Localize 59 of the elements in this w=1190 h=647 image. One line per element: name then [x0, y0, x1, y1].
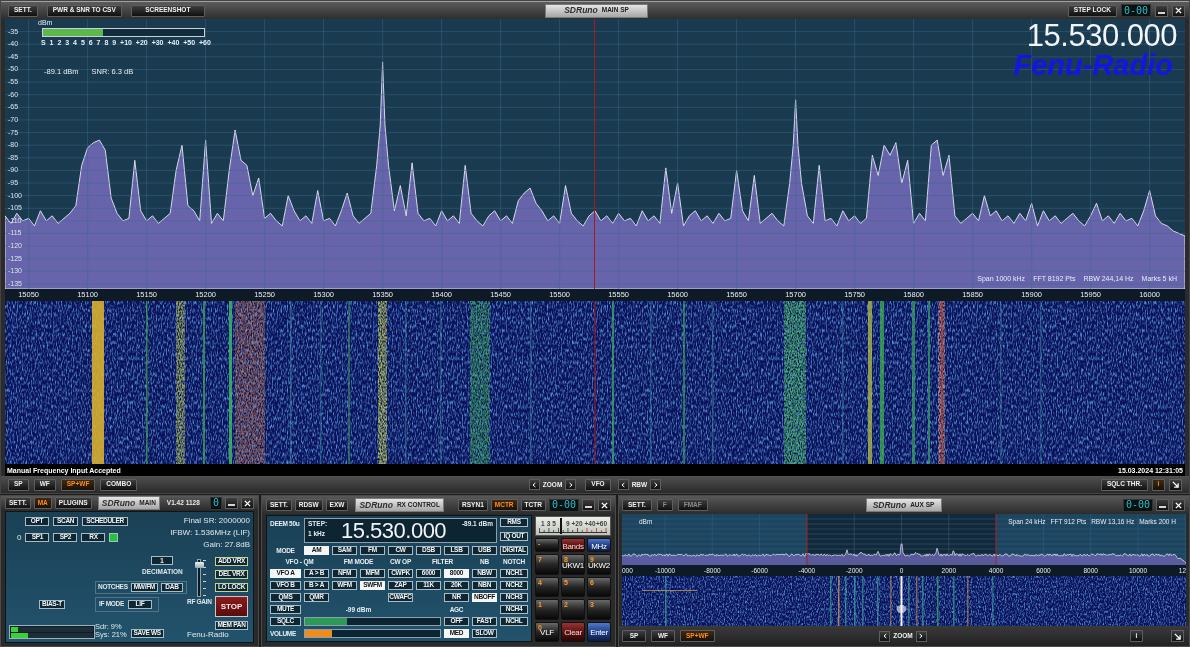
minimize-icon: [1159, 506, 1166, 508]
close-icon: [244, 499, 251, 507]
keypad-key[interactable]: Bands: [561, 538, 585, 552]
brand-logo: SDRuno: [872, 500, 907, 510]
minimize-button[interactable]: [225, 497, 238, 509]
minimize-icon: [228, 504, 235, 506]
close-icon: [1175, 501, 1182, 509]
footer-label: Fenu-Radio: [187, 630, 230, 639]
close-button[interactable]: [1172, 4, 1185, 17]
diagonal-arrow-icon: [1174, 632, 1181, 640]
resize-button[interactable]: [1169, 478, 1182, 491]
brand-logo: SDRuno: [101, 498, 136, 508]
decrease-button[interactable]: [617, 479, 629, 490]
keypad-key[interactable]: Clear: [561, 621, 585, 642]
digit-display: 0: [209, 496, 222, 510]
close-icon: [1175, 7, 1182, 14]
stop-button[interactable]: STOP: [215, 596, 248, 617]
increase-button[interactable]: [565, 479, 577, 490]
digit-display: 0-00: [1122, 498, 1153, 512]
slider-ticks: [203, 560, 206, 596]
close-icon: [601, 501, 608, 509]
rx-frequency-display: 15.530.000: [341, 519, 447, 542]
station-label: Fenu-Radio: [1013, 50, 1173, 80]
receiver-info-text: Final SR: 2000000: [183, 516, 250, 526]
volume-slider-track[interactable]: [304, 629, 441, 638]
minimize-button[interactable]: [1156, 499, 1169, 511]
close-button[interactable]: [241, 497, 254, 509]
keypad-key[interactable]: MHz: [587, 538, 611, 552]
chevron-left-icon: [882, 633, 887, 639]
receiver-info-text: IFBW: 1.536MHz (LIF): [170, 528, 250, 538]
digit-display: 0-00: [1120, 4, 1151, 17]
minimize-button[interactable]: [1155, 4, 1168, 17]
brand-logo: SDRuno: [359, 500, 393, 510]
meter-scale-ticks: [539, 528, 607, 533]
decrease-button[interactable]: [528, 479, 540, 490]
chevron-right-icon: [568, 481, 573, 488]
frequency-display: 15.530.000: [1026, 20, 1177, 52]
brand-logo: SDRuno: [564, 6, 598, 15]
rf-gain-slider-handle[interactable]: [195, 561, 204, 568]
close-button[interactable]: [1172, 499, 1185, 511]
chevron-right-icon: [653, 481, 658, 488]
receiver-index: 0: [17, 533, 22, 542]
chevron-left-icon: [532, 481, 537, 488]
increase-button[interactable]: [650, 479, 662, 490]
decrease-button[interactable]: [879, 630, 891, 642]
rf-gain-slider-track[interactable]: [197, 559, 201, 597]
increase-button[interactable]: [915, 630, 927, 642]
diagonal-arrow-icon: [1172, 481, 1179, 488]
digit-display: 0-00: [548, 498, 579, 512]
close-button[interactable]: [598, 499, 611, 511]
receiver-info-text: Gain: 27.8dB: [203, 540, 250, 550]
chevron-left-icon: [621, 481, 626, 488]
squelch-slider-track[interactable]: [304, 617, 441, 626]
minimize-icon: [585, 506, 592, 508]
keypad-key[interactable]: Enter: [587, 621, 611, 642]
resize-button[interactable]: [1171, 630, 1184, 642]
chevron-right-icon: [919, 633, 924, 639]
minimize-icon: [1158, 11, 1165, 14]
minimize-button[interactable]: [582, 499, 595, 511]
